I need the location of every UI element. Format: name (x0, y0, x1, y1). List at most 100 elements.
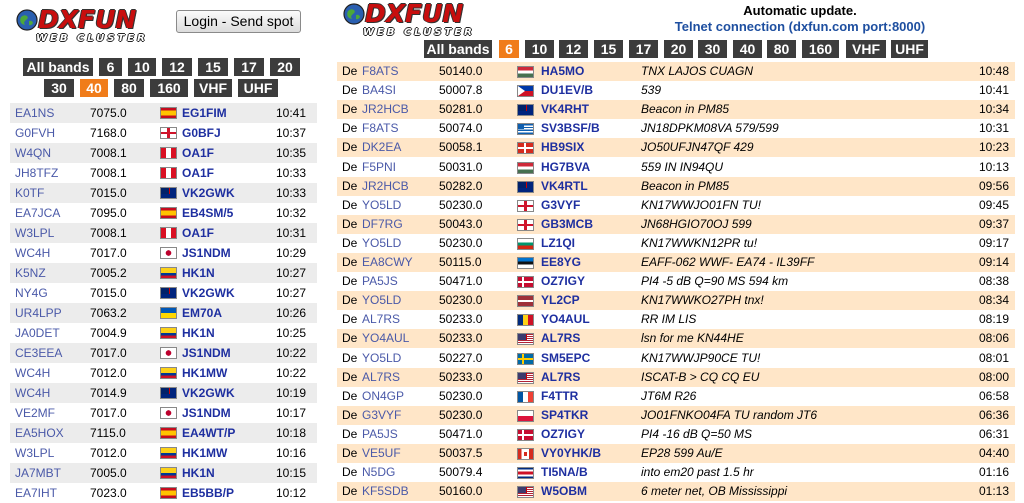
spotter-call-link[interactable]: F5PNI (362, 158, 434, 177)
dx-call-link[interactable]: YL2CP (541, 291, 636, 310)
band-button-uhf[interactable]: UHF (238, 79, 278, 97)
dx-call-link[interactable]: LZ1QI (541, 234, 636, 253)
dx-call-link[interactable]: TI5NA/B (541, 463, 636, 482)
spotter-call-link[interactable]: AL7RS (362, 310, 434, 329)
dx-call-link[interactable]: YO4AUL (541, 310, 636, 329)
dx-call-link[interactable]: HB9SIX (541, 138, 636, 157)
spotter-call-link[interactable]: G0FVH (15, 123, 85, 143)
dx-call-link[interactable]: EM70A (182, 303, 267, 323)
spotter-call-link[interactable]: VE2MF (15, 403, 85, 423)
dx-call-link[interactable]: OZ7IGY (541, 272, 636, 291)
dx-call-link[interactable]: F4TTR (541, 387, 636, 406)
spotter-call-link[interactable]: PA5JS (362, 272, 434, 291)
dx-call-link[interactable]: OA1F (182, 223, 267, 243)
spotter-call-link[interactable]: F8ATS (362, 62, 434, 81)
band-button-40[interactable]: 40 (733, 40, 762, 58)
band-button-80[interactable]: 80 (767, 40, 796, 58)
spotter-call-link[interactable]: CE3EEA (15, 343, 85, 363)
dx-call-link[interactable]: SV3BSF/B (541, 119, 636, 138)
spotter-call-link[interactable]: VE5UF (362, 444, 434, 463)
dx-call-link[interactable]: VK2GWK (182, 283, 267, 303)
dx-call-link[interactable]: SM5EPC (541, 349, 636, 368)
band-button-30[interactable]: 30 (698, 40, 727, 58)
band-button-20[interactable]: 20 (270, 58, 300, 76)
dx-call-link[interactable]: JS1NDM (182, 343, 267, 363)
spotter-call-link[interactable]: UR4LPP (15, 303, 85, 323)
spotter-call-link[interactable]: YO5LD (362, 349, 434, 368)
spotter-call-link[interactable]: KF5SDB (362, 482, 434, 501)
band-button-160[interactable]: 160 (150, 79, 188, 97)
band-button-all-bands[interactable]: All bands (23, 58, 93, 76)
dx-call-link[interactable]: HK1MW (182, 443, 267, 463)
spotter-call-link[interactable]: EA5HOX (15, 423, 85, 443)
dx-call-link[interactable]: W5OBM (541, 482, 636, 501)
dx-call-link[interactable]: SP4TKR (541, 406, 636, 425)
dx-call-link[interactable]: OZ7IGY (541, 425, 636, 444)
dx-call-link[interactable]: HK1N (182, 323, 267, 343)
band-button-30[interactable]: 30 (44, 79, 74, 97)
spotter-call-link[interactable]: JA0DET (15, 323, 85, 343)
band-button-160[interactable]: 160 (802, 40, 839, 58)
band-button-all-bands[interactable]: All bands (424, 40, 492, 58)
band-button-40[interactable]: 40 (80, 79, 108, 97)
spotter-call-link[interactable]: WC4H (15, 243, 85, 263)
dx-call-link[interactable]: EG1FIM (182, 103, 267, 123)
band-button-15[interactable]: 15 (594, 40, 623, 58)
band-button-10[interactable]: 10 (128, 58, 156, 76)
band-button-6[interactable]: 6 (99, 58, 122, 76)
dx-call-link[interactable]: EB5BB/P (182, 483, 267, 503)
dx-call-link[interactable]: HK1N (182, 463, 267, 483)
dx-call-link[interactable]: HK1N (182, 263, 267, 283)
spotter-call-link[interactable]: K0TF (15, 183, 85, 203)
spotter-call-link[interactable]: DF7RG (362, 215, 434, 234)
dx-call-link[interactable]: HG7BVA (541, 158, 636, 177)
dx-call-link[interactable]: VK2GWK (182, 383, 267, 403)
band-button-17[interactable]: 17 (629, 40, 658, 58)
spotter-call-link[interactable]: EA7IHT (15, 483, 85, 503)
band-button-12[interactable]: 12 (162, 58, 192, 76)
telnet-connection-link[interactable]: Telnet connection (dxfun.com port:8000) (660, 19, 940, 34)
dx-call-link[interactable]: EB4SM/5 (182, 203, 267, 223)
band-button-20[interactable]: 20 (664, 40, 693, 58)
spotter-call-link[interactable]: DK2EA (362, 138, 434, 157)
dx-call-link[interactable]: JS1NDM (182, 403, 267, 423)
spotter-call-link[interactable]: K5NZ (15, 263, 85, 283)
dx-call-link[interactable]: OA1F (182, 143, 267, 163)
dxfun-logo-left[interactable]: DXFUN WEB CLUSTER (16, 5, 166, 48)
spotter-call-link[interactable]: AL7RS (362, 368, 434, 387)
band-button-vhf[interactable]: VHF (194, 79, 232, 97)
band-button-17[interactable]: 17 (234, 58, 264, 76)
dx-call-link[interactable]: AL7RS (541, 329, 636, 348)
dx-call-link[interactable]: VY0YHK/B (541, 444, 636, 463)
band-button-uhf[interactable]: UHF (891, 40, 928, 58)
spotter-call-link[interactable]: G3VYF (362, 406, 434, 425)
spotter-call-link[interactable]: EA7JCA (15, 203, 85, 223)
spotter-call-link[interactable]: YO5LD (362, 196, 434, 215)
spotter-call-link[interactable]: WC4H (15, 383, 85, 403)
band-button-15[interactable]: 15 (198, 58, 228, 76)
dx-call-link[interactable]: DU1EV/B (541, 81, 636, 100)
dx-call-link[interactable]: EA4WT/P (182, 423, 267, 443)
dx-call-link[interactable]: HK1MW (182, 363, 267, 383)
dx-call-link[interactable]: OA1F (182, 163, 267, 183)
spotter-call-link[interactable]: YO5LD (362, 291, 434, 310)
spotter-call-link[interactable]: YO5LD (362, 234, 434, 253)
band-button-6[interactable]: 6 (499, 40, 519, 58)
spotter-call-link[interactable]: N5DG (362, 463, 434, 482)
spotter-call-link[interactable]: EA8CWY (362, 253, 434, 272)
spotter-call-link[interactable]: JA7MBT (15, 463, 85, 483)
dx-call-link[interactable]: AL7RS (541, 368, 636, 387)
spotter-call-link[interactable]: PA5JS (362, 425, 434, 444)
spotter-call-link[interactable]: W4QN (15, 143, 85, 163)
band-button-12[interactable]: 12 (559, 40, 588, 58)
spotter-call-link[interactable]: ON4GP (362, 387, 434, 406)
spotter-call-link[interactable]: JR2HCB (362, 177, 434, 196)
dx-call-link[interactable]: JS1NDM (182, 243, 267, 263)
spotter-call-link[interactable]: JH8TFZ (15, 163, 85, 183)
dx-call-link[interactable]: VK2GWK (182, 183, 267, 203)
band-button-vhf[interactable]: VHF (846, 40, 886, 58)
dx-call-link[interactable]: G3VYF (541, 196, 636, 215)
dxfun-logo-right[interactable]: DXFUN WEB CLUSTER (343, 0, 493, 42)
band-button-80[interactable]: 80 (114, 79, 144, 97)
dx-call-link[interactable]: VK4RHT (541, 100, 636, 119)
